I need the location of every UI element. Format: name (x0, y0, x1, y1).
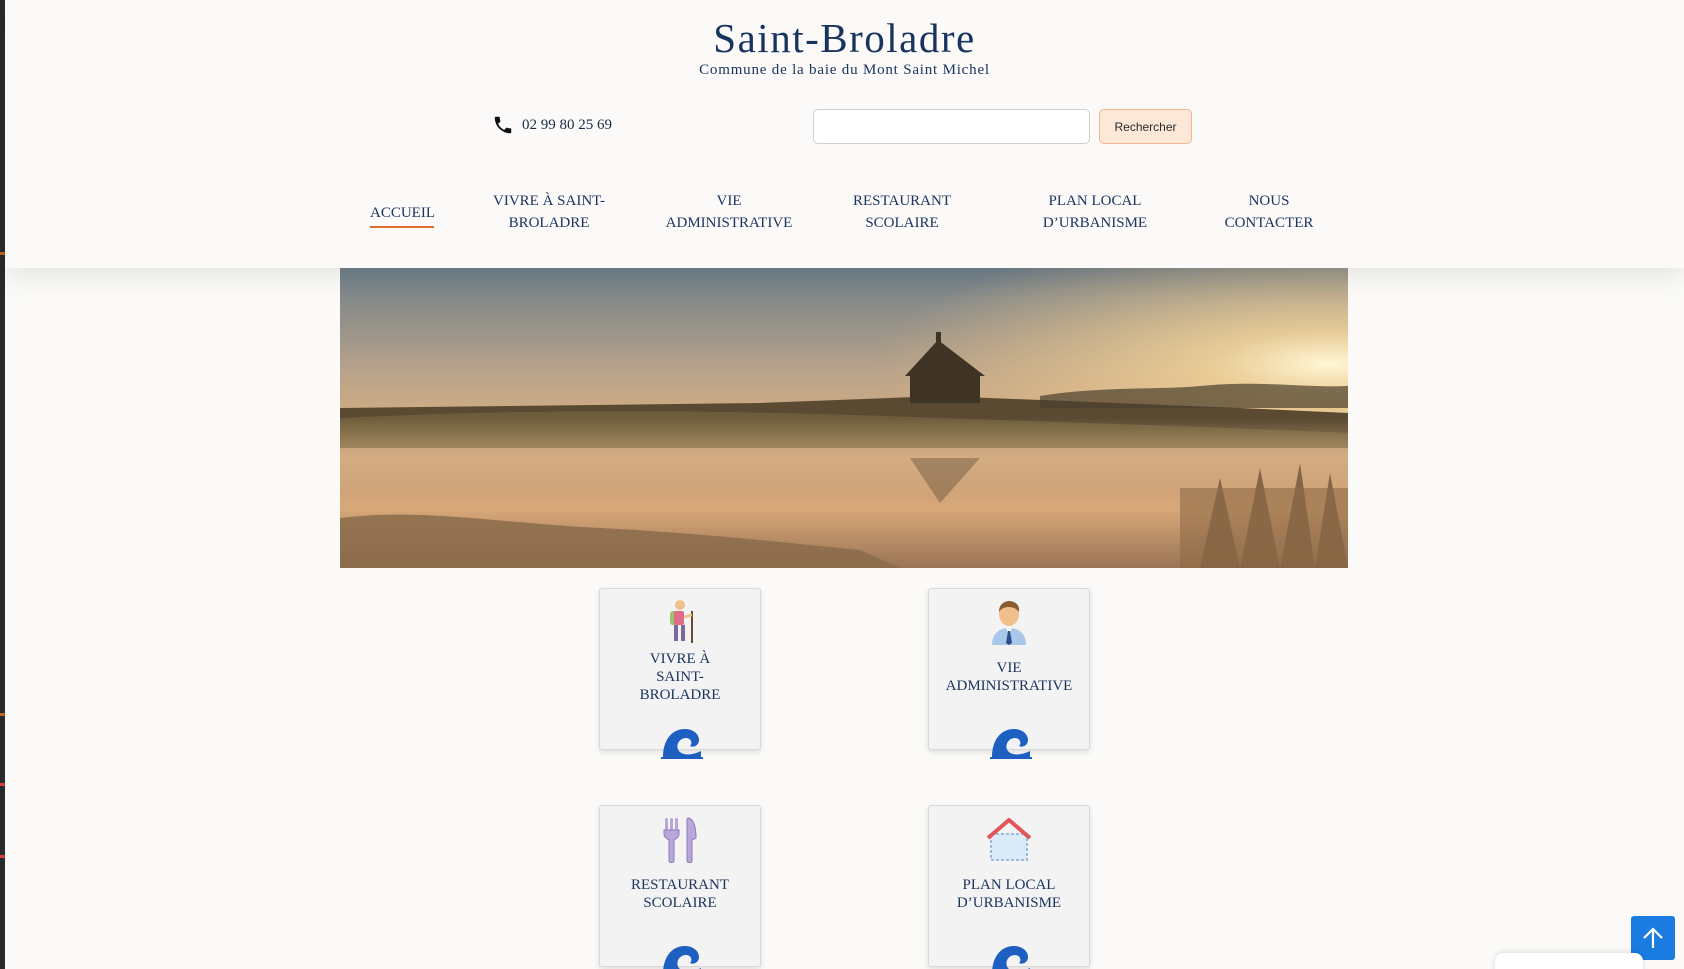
nav-item-vie-administrative[interactable]: VIE ADMINISTRATIVE (654, 190, 804, 234)
card-restaurant-scolaire[interactable]: RESTAURANT SCOLAIRE (599, 805, 761, 969)
fork-knife-icon (661, 816, 699, 869)
nav-item-label: ADMINISTRATIVE (665, 215, 793, 231)
nav-item-label: BROLADRE (508, 215, 590, 231)
wave-icon (663, 946, 701, 969)
nav-item-label: CONTACTER (1224, 215, 1314, 231)
card-vivre-a-saint-broladre[interactable]: VIVRE À SAINT- BROLADRE (599, 588, 761, 759)
card-label: VIVRE À SAINT- BROLADRE (600, 650, 760, 704)
nav-item-label: NOUS (1248, 193, 1290, 209)
nav-item-label: D’URBANISME (1042, 215, 1148, 231)
nav-item-label: SCOLAIRE (865, 215, 939, 231)
card-label-line: BROLADRE (639, 687, 721, 703)
card-label-line: SCOLAIRE (643, 895, 717, 911)
card-label-line: VIE (996, 660, 1022, 676)
administrator-person-icon (988, 599, 1030, 650)
nav-item-label: VIE (716, 193, 742, 209)
wave-icon (990, 729, 1032, 759)
arrow-up-icon (1643, 927, 1663, 948)
card-label: PLAN LOCAL D’URBANISME (929, 876, 1089, 912)
card-label-line: RESTAURANT (631, 877, 729, 893)
nav-item-accueil[interactable]: ACCUEIL (370, 202, 435, 228)
quick-links-grid: VIVRE À SAINT- BROLADRE VIE ADMINISTRATI… (340, 568, 1348, 969)
card-label: RESTAURANT SCOLAIRE (600, 876, 760, 912)
nav-item-nous-contacter[interactable]: NOUS CONTACTER (1194, 190, 1344, 234)
nav-item-label: RESTAURANT (853, 193, 951, 209)
site-tagline: Commune de la baie du Mont Saint Michel (699, 62, 990, 78)
house-plan-icon (985, 816, 1033, 867)
nav-item-label: PLAN LOCAL (1048, 193, 1142, 209)
card-label-line: VIVRE À (649, 651, 711, 667)
nav-item-restaurant-scolaire[interactable]: RESTAURANT SCOLAIRE (827, 190, 977, 234)
hero-banner-image (340, 268, 1348, 568)
phone-number: 02 99 80 25 69 (522, 116, 612, 133)
wave-icon (661, 729, 703, 759)
search-button[interactable]: Rechercher (1099, 109, 1192, 144)
site-header: Saint-Broladre Commune de la baie du Mon… (5, 0, 1684, 268)
main-nav: ACCUEIL VIVRE À SAINT- BROLADRE VIE ADMI… (5, 190, 1684, 240)
site-title[interactable]: Saint-Broladre (5, 14, 1684, 62)
wave-icon (992, 946, 1030, 969)
card-label-line: PLAN LOCAL (962, 877, 1056, 893)
card-label-line: D’URBANISME (956, 895, 1062, 911)
phone-contact[interactable]: 02 99 80 25 69 (492, 113, 612, 137)
chat-widget-tab[interactable] (1495, 953, 1643, 969)
nav-item-label: ACCUEIL (370, 205, 435, 221)
nav-item-label: VIVRE À SAINT- (493, 193, 605, 209)
nav-item-vivre[interactable]: VIVRE À SAINT- BROLADRE (474, 190, 624, 234)
card-vie-administrative[interactable]: VIE ADMINISTRATIVE (928, 588, 1090, 759)
search-input[interactable] (813, 109, 1090, 144)
nav-item-plan-local[interactable]: PLAN LOCAL D’URBANISME (1020, 190, 1170, 234)
card-label-line: ADMINISTRATIVE (945, 678, 1073, 694)
card-label: VIE ADMINISTRATIVE (929, 659, 1089, 695)
phone-icon (492, 114, 514, 136)
hiker-icon (662, 599, 698, 650)
card-plan-local-urbanisme[interactable]: PLAN LOCAL D’URBANISME (928, 805, 1090, 969)
card-label-line: SAINT- (656, 669, 704, 685)
